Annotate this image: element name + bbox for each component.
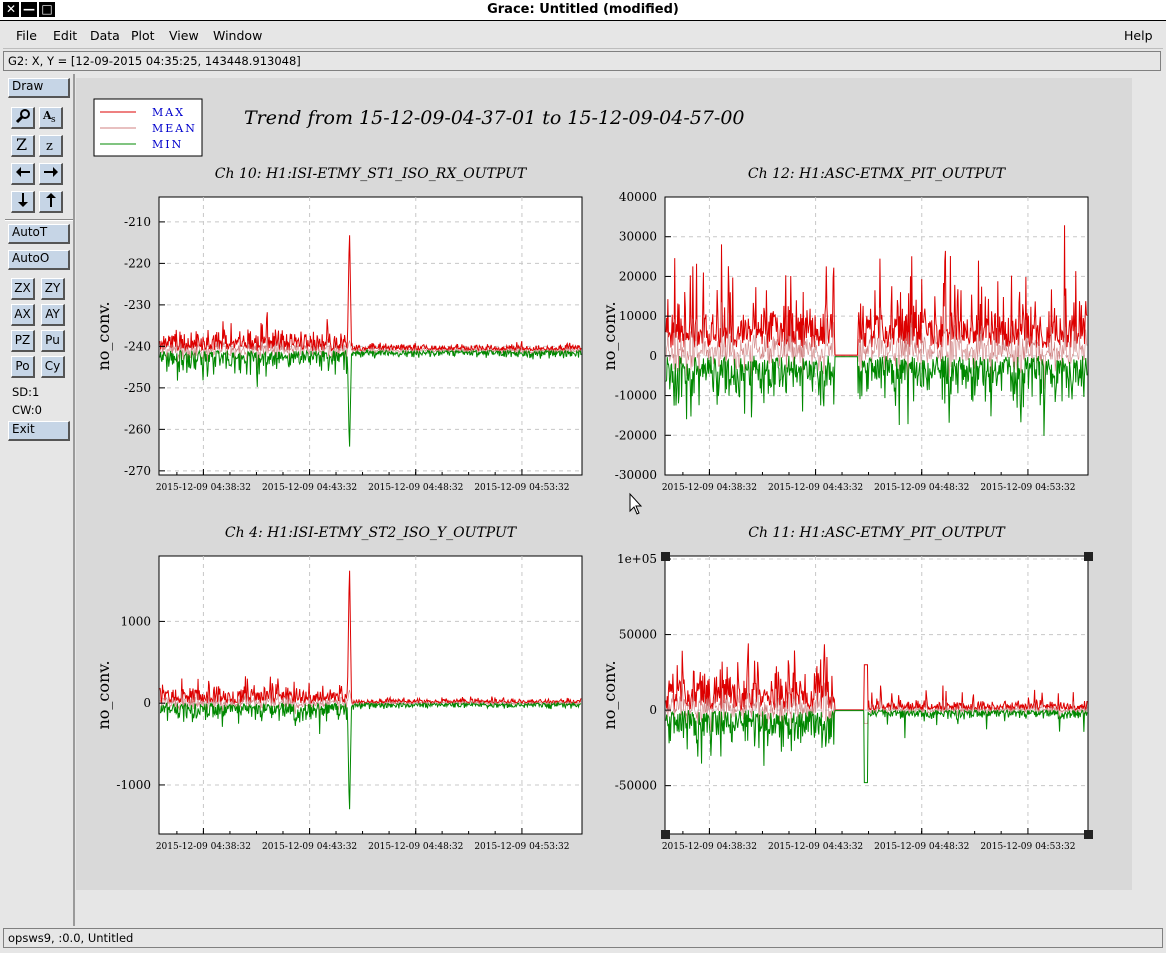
zoom-icon[interactable] (11, 107, 35, 129)
autoo-button[interactable]: AutoO (8, 250, 70, 270)
toolbar-separator (5, 219, 73, 221)
tool-panel: Draw As Z z AutoT AutoO ZX ZY AX AY PZ P… (3, 74, 75, 926)
po-button[interactable]: Po (11, 356, 35, 378)
menu-plot[interactable]: Plot (131, 28, 155, 43)
cw-readout: CW:0 (12, 403, 42, 417)
menu-help[interactable]: Help (1124, 28, 1153, 43)
locator-bar: G2: X, Y = [12-09-2015 04:35:25, 143448.… (3, 51, 1161, 71)
arrow-right-icon[interactable] (39, 163, 63, 185)
window-title: Grace: Untitled (modified) (487, 2, 679, 17)
arrow-left-icon[interactable] (11, 163, 35, 185)
menu-bar: File Edit Data Plot View Window Help (3, 24, 1163, 49)
menu-view[interactable]: View (169, 28, 199, 43)
pu-button[interactable]: Pu (41, 330, 65, 352)
zoom-x-icon[interactable]: Z (11, 135, 35, 157)
zy-button[interactable]: ZY (41, 278, 65, 300)
ax-button[interactable]: AX (11, 304, 35, 326)
svg-text:s: s (51, 115, 56, 124)
cy-button[interactable]: Cy (41, 356, 65, 378)
menu-file[interactable]: File (16, 28, 37, 43)
ay-button[interactable]: AY (41, 304, 65, 326)
zx-button[interactable]: ZX (11, 278, 35, 300)
autot-button[interactable]: AutoT (8, 224, 70, 244)
locator-text: G2: X, Y = [12-09-2015 04:35:25, 143448.… (8, 54, 301, 68)
svg-text:z: z (46, 139, 53, 152)
title-bar: ✕ — □ Grace: Untitled (modified) (0, 0, 1166, 21)
status-bar: opsws9, :0.0, Untitled (3, 928, 1163, 948)
pz-button[interactable]: PZ (11, 330, 35, 352)
plot-page[interactable] (76, 78, 1132, 890)
exit-button[interactable]: Exit (8, 421, 70, 441)
menu-window[interactable]: Window (213, 28, 262, 43)
arrow-down-icon[interactable] (11, 191, 35, 213)
zoom-y-icon[interactable]: z (39, 135, 63, 157)
arrow-up-icon[interactable] (39, 191, 63, 213)
menu-data[interactable]: Data (90, 28, 120, 43)
draw-button[interactable]: Draw (8, 78, 70, 98)
autoscale-text-icon[interactable]: As (39, 107, 63, 129)
status-text: opsws9, :0.0, Untitled (8, 931, 134, 945)
menu-edit[interactable]: Edit (53, 28, 77, 43)
svg-text:Z: Z (16, 136, 27, 152)
sd-readout: SD:1 (12, 385, 40, 399)
